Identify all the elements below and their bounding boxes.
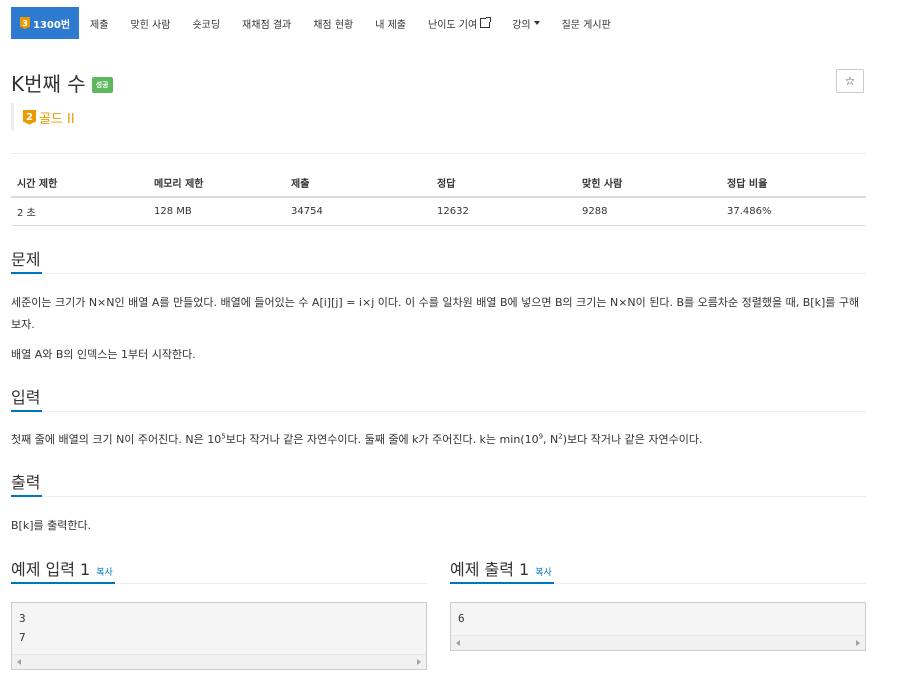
- scroll-right-icon[interactable]: [417, 659, 421, 665]
- star-icon: ☆: [844, 74, 856, 88]
- sample-input-title: 예제 입력 1 복사: [11, 556, 115, 584]
- sample-input-content: 3 7: [19, 612, 26, 644]
- submissions-value: 34754: [285, 197, 431, 226]
- output-description: B[k]를 출력한다.: [11, 519, 92, 532]
- status-badge: 성공: [91, 76, 113, 93]
- divider: [11, 153, 866, 154]
- input-description: 첫째 줄에 배열의 크기 N이 주어진다. N은 105보다 작거나 같은 자연…: [11, 429, 866, 451]
- nav-tab-my-submissions[interactable]: 내 제출: [364, 7, 417, 39]
- sample-output-header: 예제 출력 1 복사: [450, 556, 866, 584]
- scroll-left-icon[interactable]: [456, 640, 460, 646]
- input-text-part: 보다 작거나 같은 자연수이다. 둘째 줄에 k가 주어진다. k는 min(1…: [225, 433, 539, 446]
- table-row: 2 초 128 MB 34754 12632 9288 37.486%: [11, 197, 866, 226]
- nav-tab-judge-status[interactable]: 채점 현황: [302, 7, 364, 39]
- col-submissions: 제출: [285, 169, 431, 198]
- input-section-header: 입력: [11, 384, 866, 412]
- favorite-star-button[interactable]: ☆: [836, 69, 864, 93]
- col-accept-ratio: 정답 비율: [721, 169, 866, 198]
- table-header-row: 시간 제한 메모리 제한 제출 정답 맞힌 사람 정답 비율: [11, 169, 866, 198]
- copy-sample-output-link[interactable]: 복사: [535, 568, 552, 578]
- caret-down-icon: [533, 21, 540, 25]
- sample-input-box[interactable]: 3 7: [11, 602, 427, 670]
- nav-tab-difficulty-label: 난이도 기여: [428, 19, 478, 31]
- nav-tab-short-coding[interactable]: 숏코딩: [181, 7, 231, 39]
- problem-info-table: 시간 제한 메모리 제한 제출 정답 맞힌 사람 정답 비율 2 초 128 M…: [11, 169, 866, 226]
- gold-tier-icon: 2: [23, 109, 36, 125]
- horizontal-scrollbar[interactable]: [12, 654, 426, 669]
- problem-section-header: 문제: [11, 246, 866, 274]
- nav-tab-rejudge-results[interactable]: 재채점 결과: [231, 7, 302, 39]
- nav-tab-submit[interactable]: 제출: [79, 7, 119, 39]
- nav-tab-questions[interactable]: 질문 게시판: [551, 7, 622, 39]
- time-limit-value: 2 초: [11, 197, 148, 226]
- problem-tier: 2 골드 II: [11, 103, 75, 131]
- solved-users-value: 9288: [576, 197, 721, 226]
- sample-output-title-text: 예제 출력 1: [450, 560, 530, 579]
- copy-sample-input-link[interactable]: 복사: [96, 568, 113, 578]
- problem-title-text: K번째 수: [11, 72, 86, 96]
- sample-output-box[interactable]: 6: [450, 602, 866, 651]
- sample-output-title: 예제 출력 1 복사: [450, 556, 554, 584]
- nav-tab-problem-label: 1300번: [33, 19, 71, 31]
- input-text-part: )보다 작거나 같은 자연수이다.: [562, 433, 703, 446]
- sample-output-content: 6: [458, 612, 465, 625]
- problem-description: 세준이는 크기가 N×N인 배열 A를 만들었다. 배열에 들어있는 수 A[i…: [11, 296, 860, 331]
- accepted-value: 12632: [431, 197, 576, 226]
- nav-tab-problem[interactable]: 3 1300번: [11, 7, 80, 39]
- col-accepted: 정답: [431, 169, 576, 198]
- output-section-title: 출력: [11, 469, 43, 497]
- problem-description-note: 배열 A와 B의 인덱스는 1부터 시작한다.: [11, 348, 196, 361]
- nav-tab-lectures[interactable]: 강의: [501, 7, 550, 39]
- col-time-limit: 시간 제한: [11, 169, 148, 198]
- accept-ratio-value: 37.486%: [721, 197, 866, 226]
- problem-title: K번째 수 성공: [11, 68, 113, 97]
- tier-label[interactable]: 골드 II: [39, 108, 75, 127]
- nav-tab-solved-users[interactable]: 맞힌 사람: [119, 7, 181, 39]
- input-text-part: , N: [543, 433, 559, 446]
- sample-input-title-text: 예제 입력 1: [11, 560, 91, 579]
- col-memory-limit: 메모리 제한: [148, 169, 285, 198]
- scroll-left-icon[interactable]: [17, 659, 21, 665]
- output-section-header: 출력: [11, 469, 866, 497]
- horizontal-scrollbar[interactable]: [451, 635, 865, 650]
- problem-section-title: 문제: [11, 246, 43, 274]
- external-link-icon: [480, 17, 492, 28]
- input-section-title: 입력: [11, 384, 43, 412]
- nav-tab-lectures-label: 강의: [512, 19, 531, 31]
- scroll-right-icon[interactable]: [856, 640, 860, 646]
- nav-tab-difficulty-contribution[interactable]: 난이도 기여: [417, 7, 501, 39]
- problem-menu-nav: 3 1300번 제출 맞힌 사람 숏코딩 재채점 결과 채점 현황 내 제출 난…: [11, 7, 622, 39]
- col-solved-users: 맞힌 사람: [576, 169, 721, 198]
- sample-input-header: 예제 입력 1 복사: [11, 556, 427, 584]
- input-text-part: 첫째 줄에 배열의 크기 N이 주어진다. N은 10: [11, 433, 222, 446]
- tier-badge-icon: 3: [20, 17, 30, 29]
- memory-limit-value: 128 MB: [148, 197, 285, 226]
